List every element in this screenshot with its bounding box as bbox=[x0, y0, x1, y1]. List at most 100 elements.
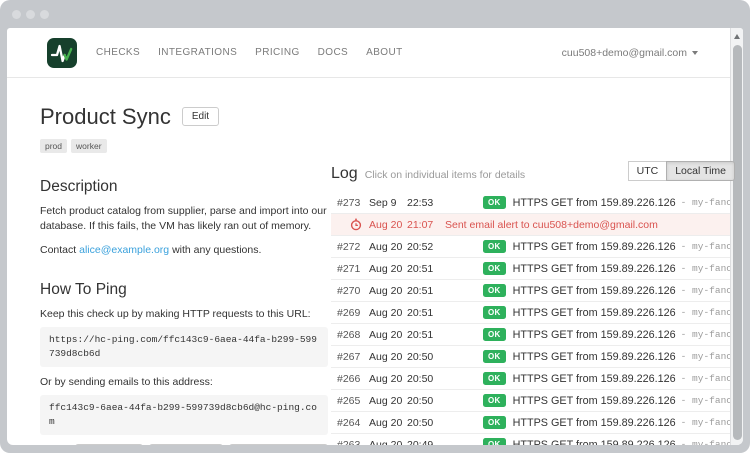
scroll-up-button[interactable] bbox=[731, 30, 743, 42]
log-row-date: Aug 20 bbox=[369, 417, 407, 429]
log-row[interactable]: #272 Aug 20 20:52 OK HTTPS GET from 159.… bbox=[331, 236, 741, 258]
log-row-date: Aug 20 bbox=[369, 351, 407, 363]
log-row-id: #272 bbox=[337, 241, 369, 253]
description-text: Fetch product catalog from supplier, par… bbox=[40, 204, 328, 234]
log-row-time: 22:53 bbox=[407, 197, 443, 209]
log-row-id: #267 bbox=[337, 351, 369, 363]
log-row-time: 20:50 bbox=[407, 417, 443, 429]
log-row-message: HTTPS GET from 159.89.226.126 bbox=[513, 241, 676, 253]
log-heading: Log bbox=[331, 165, 358, 183]
log-row-time: 20:51 bbox=[407, 263, 443, 275]
nav-link[interactable]: CHECKS bbox=[96, 47, 140, 58]
log-row[interactable]: #271 Aug 20 20:51 OK HTTPS GET from 159.… bbox=[331, 258, 741, 280]
log-row-message: HTTPS GET from 159.89.226.126 bbox=[513, 307, 676, 319]
log-row-time: 20:51 bbox=[407, 285, 443, 297]
log-row-id: #273 bbox=[337, 197, 369, 209]
log-row-time: 20:50 bbox=[407, 351, 443, 363]
ok-badge: OK bbox=[483, 262, 506, 275]
log-row[interactable]: #268 Aug 20 20:51 OK HTTPS GET from 159.… bbox=[331, 324, 741, 346]
log-row-time: 21:07 bbox=[407, 219, 443, 231]
log-row-message: HTTPS GET from 159.89.226.126 bbox=[513, 373, 676, 385]
log-row-time: 20:51 bbox=[407, 307, 443, 319]
alarm-icon bbox=[337, 218, 369, 231]
log-table: #273 Sep 9 22:53 OK HTTPS GET from 159.8… bbox=[331, 192, 741, 445]
nav-links: CHECKS INTEGRATIONS PRICING DOCS ABOUT bbox=[96, 47, 421, 58]
ok-badge: OK bbox=[483, 372, 506, 385]
log-row-date: Aug 20 bbox=[369, 285, 407, 297]
log-row-date: Sep 9 bbox=[369, 197, 407, 209]
tag-badge: prod bbox=[40, 139, 67, 153]
log-row[interactable]: #269 Aug 20 20:51 OK HTTPS GET from 159.… bbox=[331, 302, 741, 324]
log-row-time: 20:51 bbox=[407, 329, 443, 341]
log-row-time: 20:50 bbox=[407, 395, 443, 407]
timezone-toggle: UTCLocal Time bbox=[629, 161, 735, 181]
log-row-id: #264 bbox=[337, 417, 369, 429]
log-row-date: Aug 20 bbox=[369, 329, 407, 341]
contact-email-link[interactable]: alice@example.org bbox=[79, 244, 169, 256]
ok-badge: OK bbox=[483, 394, 506, 407]
log-row-date: Aug 20 bbox=[369, 241, 407, 253]
log-row-time: 20:50 bbox=[407, 373, 443, 385]
log-row-message: Sent email alert to cuu508+demo@gmail.co… bbox=[445, 219, 658, 231]
scroll-up-arrow-icon bbox=[734, 34, 740, 39]
log-row-id: #270 bbox=[337, 285, 369, 297]
log-column: Log Click on individual items for detail… bbox=[331, 104, 741, 444]
nav-link[interactable]: PRICING bbox=[255, 47, 299, 58]
log-row-message: HTTPS GET from 159.89.226.126 bbox=[513, 329, 676, 341]
log-row[interactable]: #265 Aug 20 20:50 OK HTTPS GET from 159.… bbox=[331, 390, 741, 412]
description-heading: Description bbox=[40, 178, 328, 196]
page-title: Product Sync bbox=[40, 104, 171, 130]
chevron-down-icon bbox=[692, 51, 698, 55]
scrollbar-thumb[interactable] bbox=[733, 45, 742, 440]
main-area: Product Sync Edit prodworker Description… bbox=[7, 78, 743, 444]
nav-link[interactable]: INTEGRATIONS bbox=[158, 47, 237, 58]
navbar: CHECKS INTEGRATIONS PRICING DOCS ABOUT cuu50… bbox=[7, 28, 743, 78]
log-row-id: #268 bbox=[337, 329, 369, 341]
edit-button[interactable]: Edit bbox=[182, 107, 219, 126]
contact-suffix: with any questions. bbox=[169, 244, 261, 256]
nav-link[interactable]: ABOUT bbox=[366, 47, 402, 58]
ok-badge: OK bbox=[483, 438, 506, 445]
log-row[interactable]: Aug 20 21:07 Sent email alert to cuu508+… bbox=[331, 214, 741, 236]
log-row[interactable]: #267 Aug 20 20:50 OK HTTPS GET from 159.… bbox=[331, 346, 741, 368]
log-row[interactable]: #263 Aug 20 20:49 OK HTTPS GET from 159.… bbox=[331, 434, 741, 445]
log-row[interactable]: #266 Aug 20 20:50 OK HTTPS GET from 159.… bbox=[331, 368, 741, 390]
window-dot-icon bbox=[26, 10, 35, 19]
log-row-id: #263 bbox=[337, 439, 369, 446]
log-row-message: HTTPS GET from 159.89.226.126 bbox=[513, 417, 676, 429]
browser-window: CHECKS INTEGRATIONS PRICING DOCS ABOUT cuu50… bbox=[0, 0, 750, 453]
log-row[interactable]: #264 Aug 20 20:50 OK HTTPS GET from 159.… bbox=[331, 412, 741, 434]
ping-url-code: https://hc-ping.com/ffc143c9-6aea-44fa-b… bbox=[40, 327, 328, 367]
ok-badge: OK bbox=[483, 240, 506, 253]
account-menu[interactable]: cuu508+demo@gmail.com bbox=[562, 47, 698, 59]
check-details-column: Product Sync Edit prodworker Description… bbox=[40, 104, 328, 444]
log-row-date: Aug 20 bbox=[369, 439, 407, 446]
vertical-scrollbar[interactable] bbox=[730, 28, 743, 445]
log-header: Log Click on individual items for detail… bbox=[331, 165, 741, 183]
ping-email-intro: Or by sending emails to this address: bbox=[40, 376, 328, 388]
ping-action-button[interactable]: Copy Email bbox=[149, 444, 223, 445]
log-row[interactable]: #273 Sep 9 22:53 OK HTTPS GET from 159.8… bbox=[331, 192, 741, 214]
timezone-button[interactable]: Local Time bbox=[666, 161, 735, 181]
log-row-date: Aug 20 bbox=[369, 219, 407, 231]
log-subtitle: Click on individual items for details bbox=[365, 169, 525, 181]
log-row-message: HTTPS GET from 159.89.226.126 bbox=[513, 285, 676, 297]
log-row-message: HTTPS GET from 159.89.226.126 bbox=[513, 395, 676, 407]
tag-list: prodworker bbox=[40, 136, 328, 154]
ok-badge: OK bbox=[483, 328, 506, 341]
ping-action-button[interactable]: Usage Examples bbox=[229, 444, 328, 445]
how-to-ping-heading: How To Ping bbox=[40, 281, 328, 299]
nav-link[interactable]: DOCS bbox=[318, 47, 349, 58]
timezone-button[interactable]: UTC bbox=[628, 161, 668, 181]
account-email: cuu508+demo@gmail.com bbox=[562, 47, 687, 59]
contact-line: Contact alice@example.org with any quest… bbox=[40, 244, 328, 256]
ping-url-intro: Keep this check up by making HTTP reques… bbox=[40, 308, 328, 320]
log-row-message: HTTPS GET from 159.89.226.126 bbox=[513, 197, 676, 209]
healthchecks-logo-icon[interactable] bbox=[47, 38, 77, 68]
ping-action-button[interactable]: Copy URL bbox=[75, 444, 143, 445]
log-row-message: HTTPS GET from 159.89.226.126 bbox=[513, 263, 676, 275]
log-row-message: HTTPS GET from 159.89.226.126 bbox=[513, 351, 676, 363]
log-row[interactable]: #270 Aug 20 20:51 OK HTTPS GET from 159.… bbox=[331, 280, 741, 302]
ok-badge: OK bbox=[483, 196, 506, 209]
window-dot-icon bbox=[40, 10, 49, 19]
